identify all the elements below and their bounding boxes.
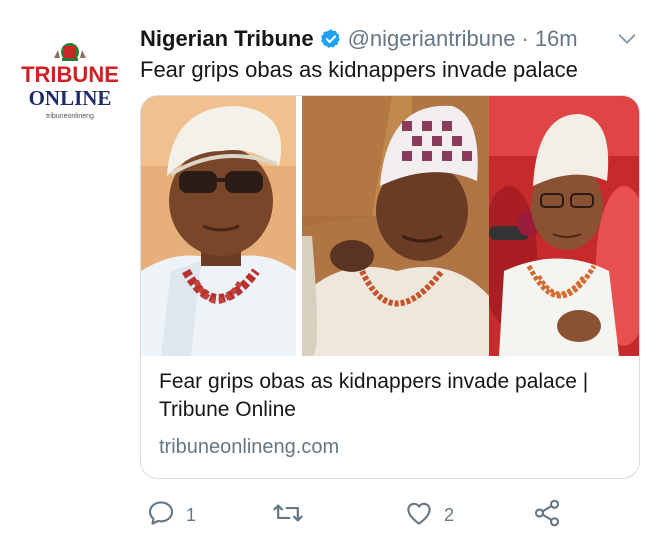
author-name[interactable]: Nigerian Tribune xyxy=(140,26,314,52)
avatar[interactable]: TRIBUNE ONLINE tribuneonlineng xyxy=(18,36,122,126)
timestamp[interactable]: 16m xyxy=(535,26,578,52)
reply-icon xyxy=(146,498,176,533)
logo-url: tribuneonlineng xyxy=(46,113,94,120)
like-button[interactable]: 2 xyxy=(404,498,454,532)
tweet-actions: 1 2 xyxy=(140,498,610,532)
tweet-header: Nigerian Tribune @nigeriantribune · 16m xyxy=(140,24,638,54)
share-icon xyxy=(532,498,562,533)
photo-oba-1 xyxy=(141,96,296,356)
photo-oba-2 xyxy=(302,96,489,356)
photo-oba-3 xyxy=(489,96,639,356)
tribune-logo-icon: TRIBUNE ONLINE tribuneonlineng xyxy=(21,43,119,120)
card-image xyxy=(141,96,639,356)
card-title: Fear grips obas as kidnappers invade pal… xyxy=(159,370,589,421)
card-domain: tribuneonlineng.com xyxy=(159,436,340,458)
tweet-text: Fear grips obas as kidnappers invade pal… xyxy=(140,57,578,82)
retweet-icon xyxy=(272,498,304,533)
reply-button[interactable]: 1 xyxy=(146,498,196,532)
chevron-down-icon[interactable] xyxy=(616,28,638,50)
heart-icon xyxy=(404,498,434,533)
share-button[interactable] xyxy=(532,498,562,532)
logo-line1: TRIBUNE xyxy=(21,62,119,87)
logo-line2: ONLINE xyxy=(29,86,112,110)
separator-dot: · xyxy=(521,26,529,51)
like-count: 2 xyxy=(444,504,455,525)
link-card[interactable]: Fear grips obas as kidnappers invade pal… xyxy=(140,95,640,479)
reply-count: 1 xyxy=(186,504,197,525)
retweet-button[interactable] xyxy=(272,498,314,532)
verified-badge-icon xyxy=(320,28,342,50)
author-handle[interactable]: @nigeriantribune xyxy=(348,26,516,52)
